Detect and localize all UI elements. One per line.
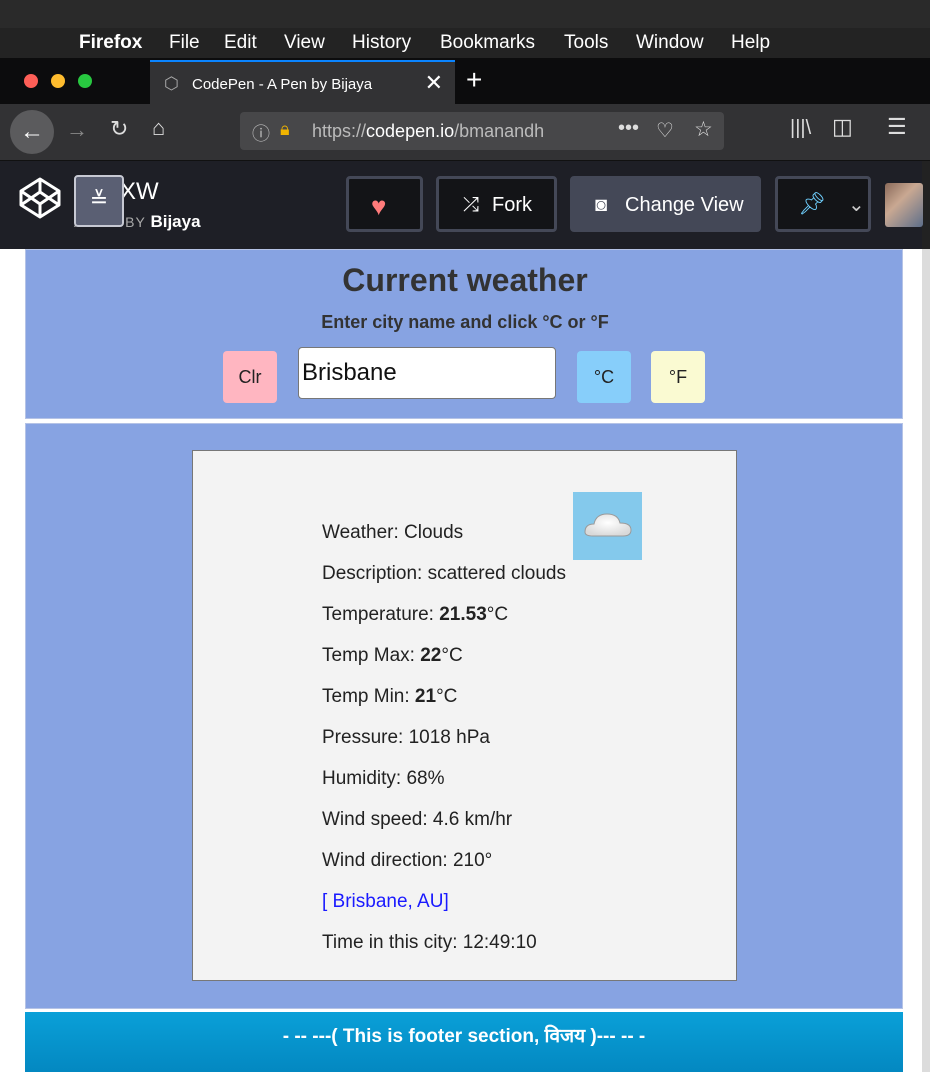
codepen-logo-icon[interactable] bbox=[18, 176, 62, 220]
chevron-down-icon[interactable]: ⌄ bbox=[848, 192, 865, 217]
heart-icon: ♥ bbox=[371, 191, 387, 221]
lock-warning-icon[interactable]: 🔒︎ bbox=[280, 119, 290, 140]
user-avatar[interactable] bbox=[885, 183, 923, 227]
menu-bookmarks[interactable]: Bookmarks bbox=[440, 32, 535, 54]
screen-top-strip bbox=[0, 0, 930, 28]
pin-button[interactable]: 📌︎ ⌄ bbox=[775, 176, 871, 232]
window-zoom-button[interactable] bbox=[78, 74, 92, 88]
menu-app-name[interactable]: Firefox bbox=[79, 32, 142, 54]
new-tab-icon[interactable]: + bbox=[466, 64, 482, 96]
sidebar-icon[interactable]: ◫ bbox=[832, 114, 853, 140]
pen-title[interactable]: XW bbox=[120, 178, 159, 206]
window-minimize-button[interactable] bbox=[51, 74, 65, 88]
page-title: Current weather bbox=[342, 262, 588, 298]
page-scrollbar-edge bbox=[922, 249, 930, 1072]
temperature-value: 21.53 bbox=[439, 604, 487, 625]
temp-min-text: Temp Min: 21°C bbox=[322, 686, 458, 707]
hamburger-menu-icon[interactable]: ☰ bbox=[887, 114, 907, 140]
url-text[interactable]: https://codepen.io/bmanandh bbox=[312, 121, 577, 142]
weather-main-text: Weather: Clouds bbox=[322, 522, 464, 543]
window-close-button[interactable] bbox=[24, 74, 38, 88]
tab-close-icon[interactable]: ✕ bbox=[425, 70, 443, 96]
change-view-button[interactable]: ◙ Change View bbox=[570, 176, 761, 232]
wind-speed-text: Wind speed: 4.6 km/hr bbox=[322, 809, 513, 830]
reload-icon[interactable]: ↻ bbox=[110, 116, 128, 142]
bookmark-star-icon[interactable]: ☆ bbox=[694, 117, 713, 142]
fork-button[interactable]: ⤮ Fork bbox=[436, 176, 557, 232]
temp-max-value: 22 bbox=[420, 645, 442, 666]
menu-tools[interactable]: Tools bbox=[564, 32, 608, 54]
heart-button[interactable]: ♥ bbox=[346, 176, 423, 232]
weather-card bbox=[192, 450, 737, 981]
page-actions-icon[interactable]: ••• bbox=[618, 117, 639, 140]
tab-bar bbox=[0, 58, 930, 104]
menu-file[interactable]: File bbox=[169, 32, 200, 54]
menu-edit[interactable]: Edit bbox=[224, 32, 257, 54]
page-footer: - -- ---( This is footer section, विजय )… bbox=[25, 1012, 903, 1072]
temperature-text: Temperature: 21.53°C bbox=[322, 604, 509, 625]
fork-label: Fork bbox=[492, 194, 532, 216]
url-bar[interactable]: ⓘ 🔒︎ https://codepen.io/bmanandh ••• ♡ ☆ bbox=[240, 112, 724, 150]
weather-description-text: Description: scattered clouds bbox=[322, 563, 566, 584]
fork-icon: ⤮ bbox=[463, 194, 479, 216]
city-location-link[interactable]: [ Brisbane, AU] bbox=[322, 891, 449, 913]
humidity-text: Humidity: 68% bbox=[322, 768, 445, 789]
city-input[interactable] bbox=[298, 347, 556, 399]
forward-arrow-icon[interactable]: → bbox=[66, 117, 88, 143]
local-time-text: Time in this city: 12:49:10 bbox=[322, 932, 537, 953]
wind-direction-text: Wind direction: 210° bbox=[322, 850, 493, 871]
change-view-label: Change View bbox=[625, 194, 744, 216]
menu-view[interactable]: View bbox=[284, 32, 325, 54]
temp-max-text: Temp Max: 22°C bbox=[322, 645, 463, 666]
codepen-favicon-icon: ⬡ bbox=[164, 74, 179, 93]
temp-min-value: 21 bbox=[414, 686, 437, 707]
pen-author[interactable]: Bijaya bbox=[150, 212, 200, 231]
tab-title: CodePen - A Pen by Bijaya bbox=[192, 76, 373, 93]
menu-history[interactable]: History bbox=[352, 32, 411, 54]
browser-tab[interactable]: ⬡ CodePen - A Pen by Bijaya ✕ bbox=[150, 60, 455, 106]
pen-details-toggle-icon[interactable]: ≚ bbox=[74, 175, 124, 227]
instruction-text: Enter city name and click °C or °F bbox=[321, 312, 609, 332]
back-arrow-icon[interactable]: ← bbox=[10, 110, 54, 154]
cloud-icon bbox=[573, 492, 642, 560]
home-icon[interactable]: ⌂ bbox=[152, 115, 165, 141]
celsius-button[interactable]: °C bbox=[577, 351, 631, 403]
library-icon[interactable]: |||\ bbox=[790, 117, 811, 140]
eye-icon: ◙ bbox=[595, 194, 608, 216]
menu-help[interactable]: Help bbox=[731, 32, 770, 54]
fahrenheit-button[interactable]: °F bbox=[651, 351, 705, 403]
pocket-icon[interactable]: ♡ bbox=[656, 118, 674, 143]
mac-menu-bar: Firefox File Edit View History Bookmarks… bbox=[0, 28, 930, 58]
pin-icon: 📌︎ bbox=[798, 191, 826, 216]
clear-button[interactable]: Clr bbox=[223, 351, 277, 403]
pressure-text: Pressure: 1018 hPa bbox=[322, 727, 490, 748]
menu-window[interactable]: Window bbox=[636, 32, 704, 54]
info-icon[interactable]: ⓘ bbox=[252, 120, 270, 146]
